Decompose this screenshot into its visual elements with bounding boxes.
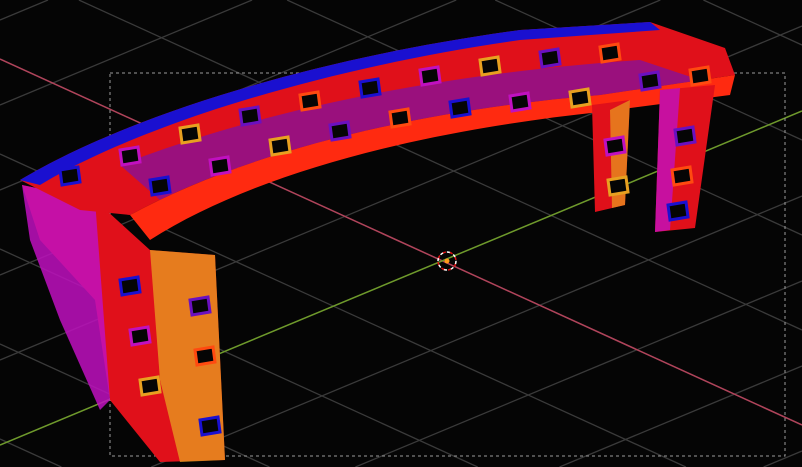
lattice-hole bbox=[148, 175, 172, 197]
lattice-hole bbox=[268, 135, 292, 157]
mesh-arch[interactable] bbox=[20, 22, 735, 462]
lattice-hole bbox=[606, 175, 630, 197]
lattice-hole bbox=[388, 107, 412, 129]
lattice-hole bbox=[198, 415, 222, 437]
lattice-hole bbox=[673, 125, 697, 147]
lattice-hole bbox=[598, 42, 622, 64]
lattice-hole bbox=[603, 135, 627, 157]
3d-viewport[interactable] bbox=[0, 0, 802, 467]
lattice-hole bbox=[58, 165, 82, 187]
grid-line bbox=[703, 0, 802, 46]
lattice-hole bbox=[193, 345, 217, 367]
lattice-hole bbox=[666, 200, 690, 222]
lattice-hole bbox=[508, 91, 532, 113]
lattice-hole bbox=[238, 105, 262, 127]
lattice-hole bbox=[478, 55, 502, 77]
lattice-hole bbox=[568, 87, 592, 109]
grid-line bbox=[355, 280, 802, 467]
lattice-hole bbox=[688, 65, 712, 87]
lattice-hole bbox=[208, 155, 232, 177]
lattice-hole bbox=[188, 295, 212, 317]
lattice-hole bbox=[418, 65, 442, 87]
grid-line bbox=[763, 450, 802, 467]
lattice-hole bbox=[118, 275, 142, 297]
lattice-hole bbox=[358, 77, 382, 99]
lattice-hole bbox=[178, 123, 202, 145]
lattice-hole bbox=[538, 47, 562, 69]
grid-line bbox=[0, 0, 253, 106]
lattice-hole bbox=[138, 375, 162, 397]
lattice-hole bbox=[118, 145, 142, 167]
lattice-hole bbox=[670, 165, 694, 187]
grid-line bbox=[0, 0, 49, 21]
grid-line bbox=[151, 195, 802, 467]
lattice-hole bbox=[638, 70, 662, 92]
cursor-center-dot bbox=[444, 258, 450, 264]
grid-line bbox=[559, 365, 802, 467]
lattice-hole bbox=[128, 325, 152, 347]
grid-line bbox=[0, 438, 62, 467]
lattice-hole bbox=[328, 120, 352, 142]
lattice-hole bbox=[448, 97, 472, 119]
lattice-hole bbox=[298, 90, 322, 112]
